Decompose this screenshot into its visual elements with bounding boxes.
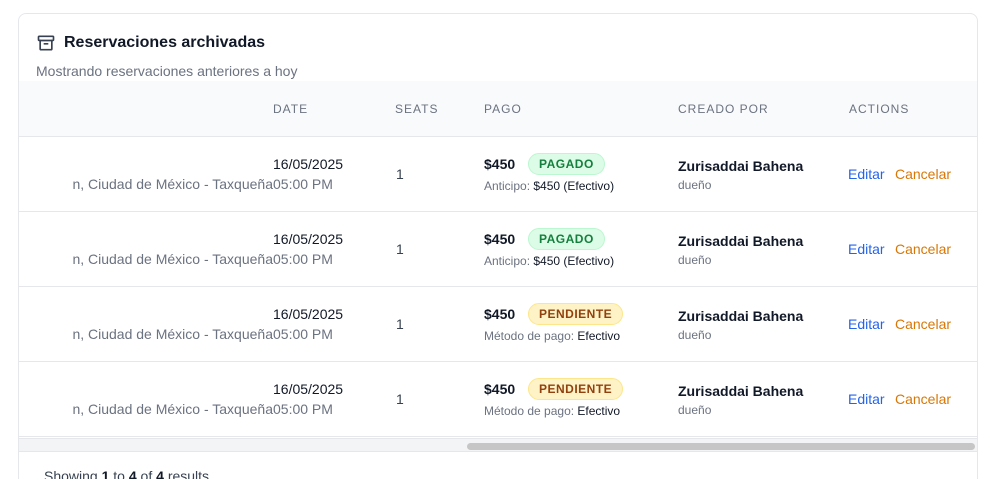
card-subtitle: Mostrando reservaciones anteriores a hoy (36, 63, 298, 79)
payment-detail-label: Método de pago: (484, 329, 575, 343)
horizontal-scrollbar[interactable] (19, 438, 977, 451)
table-row: n, Ciudad de México - Taxqueña 16/05/202… (19, 362, 977, 437)
creator-role: dueño (678, 253, 712, 267)
results-to: 4 (128, 468, 137, 479)
location-cell: n, Ciudad de México - Taxqueña (72, 401, 273, 417)
edit-link[interactable]: Editar (848, 316, 885, 332)
date-cell: 16/05/2025 (273, 231, 344, 247)
column-header-creado-por: CREADO POR (678, 102, 769, 116)
payment-detail-label: Método de pago: (484, 404, 575, 418)
creator-role: dueño (678, 328, 712, 342)
showing-label: Showing (44, 468, 98, 479)
payment-detail: Anticipo: $450 (Efectivo) (484, 179, 614, 193)
card-title: Reservaciones archivadas (64, 34, 266, 51)
column-header-actions: ACTIONS (849, 102, 910, 116)
status-badge: PENDIENTE (528, 378, 624, 400)
creator-name: Zurisaddai Bahena (678, 233, 804, 249)
creator-role: dueño (678, 403, 712, 417)
payment-detail: Anticipo: $450 (Efectivo) (484, 254, 614, 268)
cancel-link[interactable]: Cancelar (895, 391, 951, 407)
title-row: Reservaciones archivadas (36, 33, 265, 53)
cancel-link[interactable]: Cancelar (895, 166, 951, 182)
status-badge: PAGADO (528, 228, 605, 250)
payment-amount: $450 (484, 306, 516, 322)
status-badge: PAGADO (528, 153, 605, 175)
seats-cell: 1 (396, 391, 404, 407)
time-cell: 05:00 PM (273, 176, 333, 192)
payment-detail-value: Efectivo (577, 404, 621, 418)
time-cell: 05:00 PM (273, 326, 333, 342)
reservations-table: DATE SEATS PAGO CREADO POR ACTIONS n, Ci… (19, 81, 977, 451)
table-row: n, Ciudad de México - Taxqueña 16/05/202… (19, 287, 977, 362)
pagination-footer: Showing 1 to 4 of 4 results (19, 451, 977, 479)
payment-detail-value: $450 (Efectivo) (533, 254, 615, 268)
creator-name: Zurisaddai Bahena (678, 158, 804, 174)
payment-detail-label: Anticipo: (484, 179, 531, 193)
table-row: n, Ciudad de México - Taxqueña 16/05/202… (19, 137, 977, 212)
scrollbar-thumb[interactable] (467, 443, 975, 450)
payment-detail: Método de pago: Efectivo (484, 329, 620, 343)
date-cell: 16/05/2025 (273, 306, 344, 322)
table-header: DATE SEATS PAGO CREADO POR ACTIONS (19, 81, 977, 137)
card-header: Reservaciones archivadas Mostrando reser… (19, 14, 977, 81)
creator-name: Zurisaddai Bahena (678, 383, 804, 399)
date-cell: 16/05/2025 (273, 156, 344, 172)
of-label: of (140, 468, 153, 479)
creator-role: dueño (678, 178, 712, 192)
payment-amount: $450 (484, 156, 516, 172)
edit-link[interactable]: Editar (848, 241, 885, 257)
location-cell: n, Ciudad de México - Taxqueña (72, 326, 273, 342)
results-from: 1 (101, 468, 110, 479)
payment-amount: $450 (484, 231, 516, 247)
cancel-link[interactable]: Cancelar (895, 241, 951, 257)
results-label: results (167, 468, 210, 479)
cancel-link[interactable]: Cancelar (895, 316, 951, 332)
location-cell: n, Ciudad de México - Taxqueña (72, 251, 273, 267)
payment-amount: $450 (484, 381, 516, 397)
payment-detail-value: $450 (Efectivo) (533, 179, 615, 193)
archive-icon (36, 33, 56, 53)
time-cell: 05:00 PM (273, 401, 333, 417)
column-header-date: DATE (273, 102, 309, 116)
date-cell: 16/05/2025 (273, 381, 344, 397)
edit-link[interactable]: Editar (848, 391, 885, 407)
payment-detail-label: Anticipo: (484, 254, 531, 268)
payment-detail-value: Efectivo (577, 329, 621, 343)
results-summary: Showing 1 to 4 of 4 results (44, 468, 209, 479)
column-header-seats: SEATS (395, 102, 439, 116)
status-badge: PENDIENTE (528, 303, 624, 325)
payment-detail: Método de pago: Efectivo (484, 404, 620, 418)
archived-reservations-card: Reservaciones archivadas Mostrando reser… (18, 13, 978, 479)
table-row: n, Ciudad de México - Taxqueña 16/05/202… (19, 212, 977, 287)
time-cell: 05:00 PM (273, 251, 333, 267)
results-total: 4 (156, 468, 164, 479)
location-cell: n, Ciudad de México - Taxqueña (72, 176, 273, 192)
column-header-pago: PAGO (484, 102, 522, 116)
seats-cell: 1 (396, 166, 404, 182)
creator-name: Zurisaddai Bahena (678, 308, 804, 324)
to-label: to (113, 468, 125, 479)
seats-cell: 1 (396, 241, 404, 257)
seats-cell: 1 (396, 316, 404, 332)
edit-link[interactable]: Editar (848, 166, 885, 182)
